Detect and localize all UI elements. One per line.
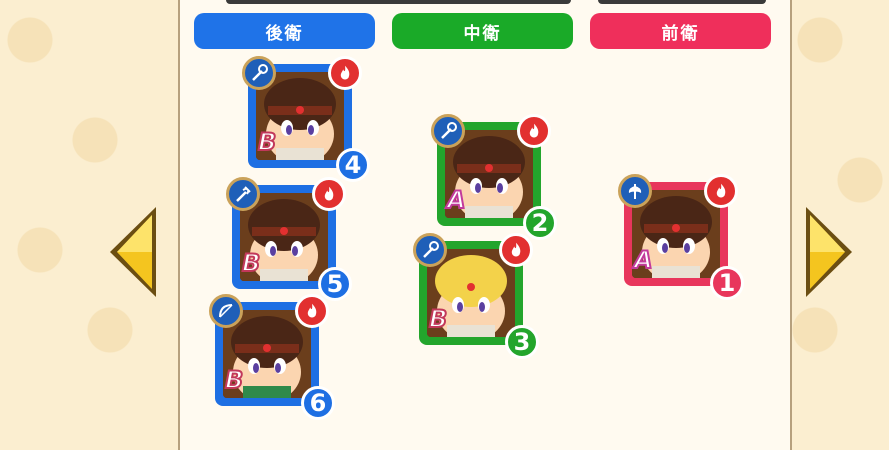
- rank-label: B: [224, 365, 244, 395]
- fire-icon: [295, 294, 329, 328]
- header-front-row: 前衛: [590, 13, 771, 49]
- staff-icon: [242, 56, 276, 90]
- slot-number-badge: 6: [301, 386, 335, 420]
- staff-icon: [413, 233, 447, 267]
- slot-number-badge: 1: [710, 266, 744, 300]
- rank-label: B: [428, 304, 448, 334]
- unit-card[interactable]: B 4: [242, 56, 370, 182]
- bow-icon: [209, 294, 243, 328]
- unit-card[interactable]: A 2: [431, 114, 557, 240]
- staff-icon: [431, 114, 465, 148]
- top-bar-left: [226, 0, 571, 4]
- slot-number-badge: 3: [505, 325, 539, 359]
- unit-card[interactable]: B 3: [413, 233, 539, 359]
- top-bar-right: [598, 0, 766, 4]
- fire-icon: [499, 233, 533, 267]
- rank-label: A: [446, 185, 467, 215]
- header-middle-row: 中衛: [392, 13, 573, 49]
- rank-label: B: [241, 248, 261, 278]
- unit-card[interactable]: A 1: [618, 174, 744, 300]
- arrow-right-icon[interactable]: [802, 203, 856, 301]
- header-back-row: 後衛: [194, 13, 375, 49]
- fire-icon: [328, 56, 362, 90]
- fire-icon: [704, 174, 738, 208]
- fire-icon: [312, 177, 346, 211]
- arrow-left-icon[interactable]: [106, 203, 160, 301]
- rank-label: B: [257, 127, 277, 157]
- rank-label: A: [633, 245, 654, 275]
- axe-icon: [618, 174, 652, 208]
- fire-icon: [517, 114, 551, 148]
- unit-card[interactable]: B 6: [209, 294, 335, 420]
- unit-card[interactable]: B 5: [226, 177, 352, 301]
- staff-icon: [226, 177, 260, 211]
